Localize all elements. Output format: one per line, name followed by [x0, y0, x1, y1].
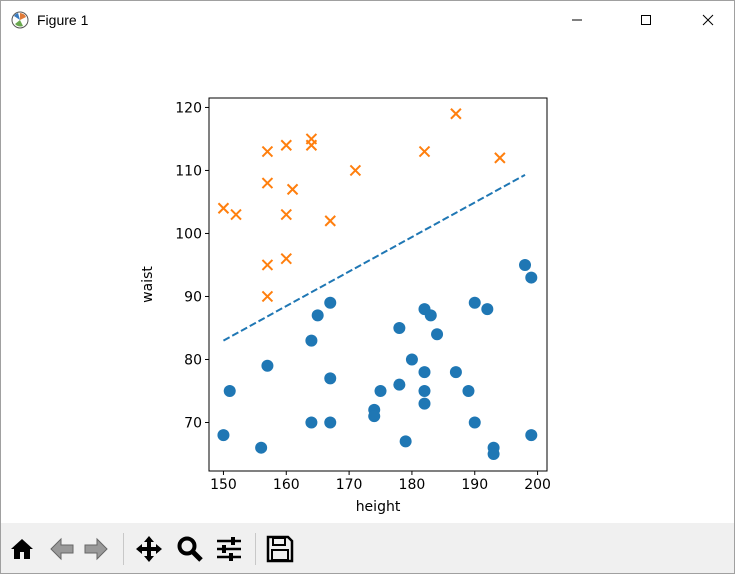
sliders-icon [217, 537, 241, 561]
data-point-x [349, 164, 362, 177]
data-point-circle [462, 384, 475, 397]
y-tick-label: 120 [175, 100, 202, 116]
data-point-circle [424, 309, 437, 322]
data-point-circle [393, 378, 406, 391]
magnifier-icon [177, 536, 203, 562]
x-tick-label: 150 [210, 477, 237, 493]
y-tick-label: 100 [175, 226, 202, 242]
data-point-x [324, 215, 336, 227]
data-point-circle [305, 416, 318, 429]
data-point-circle [449, 366, 462, 379]
x-tick-label: 170 [336, 477, 363, 493]
x-tick-label: 200 [524, 477, 551, 493]
data-point-x [494, 152, 506, 164]
forward-button[interactable] [81, 533, 111, 565]
data-point-circle [525, 429, 538, 442]
y-tick-label: 90 [184, 289, 202, 305]
data-point-x [261, 290, 274, 303]
data-point-circle [487, 447, 500, 460]
data-point-circle [393, 321, 406, 334]
data-point-x [280, 208, 292, 221]
y-tick-label: 110 [175, 163, 202, 179]
data-point-circle [405, 353, 418, 366]
data-point-x [230, 208, 242, 221]
data-point-circle [305, 334, 318, 347]
data-point-x [280, 139, 292, 151]
save-button[interactable] [265, 533, 295, 565]
data-point-x [280, 252, 292, 265]
figure-window: Figure 1 150 160 170 180 190 200 70 80 90 100 110 1… [0, 0, 735, 574]
decision-boundary-line [222, 173, 526, 342]
data-point-circle [324, 416, 337, 429]
x-tick-label: 190 [461, 477, 488, 493]
data-point-circle [418, 366, 431, 379]
back-arrow-icon [50, 537, 74, 561]
data-point-x [305, 139, 318, 151]
zoom-button[interactable] [175, 533, 205, 565]
data-point-circle [399, 435, 412, 448]
matplotlib-icon [11, 11, 29, 29]
data-point-circle [525, 271, 538, 284]
configure-subplots-button[interactable] [214, 533, 244, 565]
data-point-x [261, 259, 274, 271]
home-button[interactable] [7, 533, 37, 565]
data-point-x [286, 183, 299, 196]
maximize-button[interactable] [623, 1, 669, 39]
data-point-circle [368, 410, 381, 423]
data-point-circle [217, 429, 230, 442]
close-button[interactable] [685, 1, 731, 39]
toolbar-separator [123, 533, 124, 565]
pan-button[interactable] [134, 533, 164, 565]
data-point-circle [324, 296, 337, 309]
data-point-circle [261, 359, 274, 372]
minimize-icon [572, 19, 582, 21]
y-tick-label: 80 [184, 352, 202, 368]
forward-arrow-icon [84, 537, 108, 561]
data-point-x [418, 145, 431, 158]
data-point-circle [481, 303, 494, 316]
navigation-toolbar [1, 523, 734, 573]
toolbar-separator [255, 533, 256, 565]
data-point-x [261, 145, 274, 158]
data-point-x [450, 108, 462, 120]
title-bar: Figure 1 [1, 1, 734, 39]
data-point-circle [468, 296, 481, 309]
x-axis-label: height [356, 499, 401, 515]
minimize-button[interactable] [554, 1, 600, 39]
scatter-chart: 150 160 170 180 190 200 70 80 90 100 110 120 height w… [140, 97, 551, 515]
data-point-x [217, 202, 230, 214]
maximize-icon [641, 15, 651, 25]
data-point-circle [311, 309, 324, 322]
floppy-disk-icon [266, 535, 294, 563]
close-icon [702, 14, 714, 26]
x-tick-label: 180 [399, 477, 426, 493]
window-title: Figure 1 [37, 12, 89, 28]
data-point-circle [468, 416, 481, 429]
y-axis-label: waist [140, 266, 156, 303]
data-point-circle [255, 441, 268, 454]
data-point-circle [324, 372, 337, 385]
home-icon [11, 539, 33, 559]
data-point-circle [431, 328, 444, 341]
y-tick-label: 70 [184, 415, 202, 431]
move-icon [136, 536, 162, 562]
data-point-x [261, 177, 274, 189]
data-point-circle [519, 258, 532, 271]
data-point-circle [223, 384, 236, 397]
data-point-circle [374, 384, 387, 397]
x-tick-label: 160 [273, 477, 300, 493]
data-point-circle [418, 384, 431, 397]
data-point-circle [418, 397, 431, 410]
back-button[interactable] [47, 533, 77, 565]
